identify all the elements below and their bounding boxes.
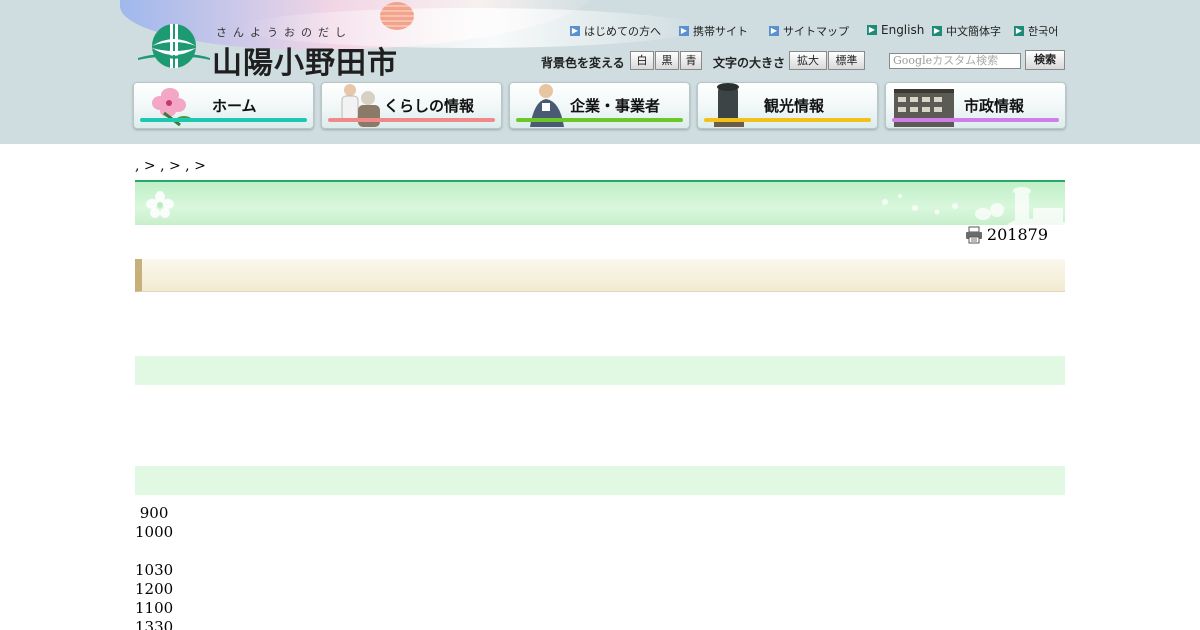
util-link-english[interactable]: ▶ English bbox=[867, 23, 924, 37]
bg-black-button[interactable]: 黒 bbox=[655, 51, 679, 70]
nav-color-bar bbox=[328, 118, 495, 122]
util-link-label: English bbox=[881, 23, 925, 37]
town-silhouette-decoration bbox=[882, 187, 1065, 225]
util-link-label: はじめての方へ bbox=[584, 25, 661, 38]
font-enlarge-button[interactable]: 拡大 bbox=[789, 51, 827, 70]
hours-list: 900 1000 1030 1200 1100 1330 bbox=[135, 504, 173, 630]
hours-item: 1330 bbox=[135, 618, 174, 630]
printer-icon[interactable] bbox=[965, 226, 983, 244]
nav-city-admin[interactable]: 市政情報 bbox=[885, 82, 1066, 129]
search-placeholder: カスタム検索 bbox=[932, 54, 999, 67]
nav-living-info[interactable]: くらしの情報 bbox=[321, 82, 502, 129]
hours-item bbox=[135, 542, 173, 561]
nav-tourism[interactable]: 観光情報 bbox=[697, 82, 878, 129]
nav-home[interactable]: ホーム bbox=[133, 82, 314, 129]
hours-item: 1100 bbox=[135, 599, 174, 617]
nav-label: 企業・事業者 bbox=[570, 97, 661, 115]
bg-color-label: 背景色を変える bbox=[541, 56, 625, 70]
city-emblem-logo[interactable] bbox=[138, 22, 210, 70]
util-link-sitemap[interactable]: ▶ サイトマップ bbox=[769, 23, 849, 39]
section-band bbox=[135, 466, 1065, 495]
sunrise-decoration bbox=[380, 2, 414, 30]
nav-color-bar bbox=[704, 118, 871, 122]
flower-icon bbox=[146, 191, 174, 218]
nav-business[interactable]: 企業・事業者 bbox=[509, 82, 690, 129]
nav-label: くらしの情報 bbox=[384, 97, 475, 115]
section-band bbox=[135, 356, 1065, 385]
hours-item: 1200 bbox=[135, 580, 174, 598]
search-brand: Google bbox=[893, 54, 933, 67]
util-link-mobile[interactable]: ▶ 携帯サイト bbox=[679, 23, 748, 39]
hours-item: 1030 bbox=[135, 561, 174, 579]
arrow-icon: ▶ bbox=[867, 25, 877, 35]
bg-blue-button[interactable]: 青 bbox=[680, 51, 702, 70]
city-name[interactable]: 山陽小野田市 bbox=[212, 38, 398, 82]
search-input[interactable]: Googleカスタム検索 bbox=[889, 53, 1021, 69]
hours-item: 900 bbox=[135, 504, 169, 522]
hours-item: 1000 bbox=[135, 523, 174, 541]
breadcrumb[interactable]: , > , > , > bbox=[135, 158, 206, 174]
nav-color-bar bbox=[516, 118, 683, 122]
print-row: 201879 bbox=[965, 225, 1048, 244]
util-link-label: 한국어 bbox=[1028, 25, 1059, 38]
arrow-icon: ▶ bbox=[1014, 26, 1024, 36]
util-link-first-visit[interactable]: ▶ はじめての方へ bbox=[570, 23, 661, 39]
nav-label: 市政情報 bbox=[964, 97, 1025, 115]
arrow-icon: ▶ bbox=[679, 26, 689, 36]
site-header: さんようおのだし 山陽小野田市 ▶ はじめての方へ ▶ 携帯サイト ▶ サイトマ… bbox=[0, 0, 1200, 144]
font-standard-button[interactable]: 標準 bbox=[828, 51, 865, 70]
util-link-label: 携帯サイト bbox=[693, 25, 748, 38]
arrow-icon: ▶ bbox=[769, 26, 779, 36]
update-date: 201879 bbox=[986, 225, 1048, 244]
nav-label: 観光情報 bbox=[764, 97, 825, 115]
util-link-chinese[interactable]: ▶ 中文簡体字 bbox=[932, 23, 1001, 39]
nav-color-bar bbox=[892, 118, 1059, 122]
nav-label: ホーム bbox=[212, 97, 257, 115]
util-link-korean[interactable]: ▶ 한국어 bbox=[1014, 23, 1058, 39]
nav-color-bar bbox=[140, 118, 307, 122]
search-button[interactable]: 検索 bbox=[1025, 50, 1065, 70]
arrow-icon: ▶ bbox=[570, 26, 580, 36]
util-link-label: 中文簡体字 bbox=[946, 25, 1001, 38]
section-heading bbox=[135, 259, 1065, 292]
util-link-label: サイトマップ bbox=[783, 25, 849, 38]
bg-white-button[interactable]: 白 bbox=[630, 51, 654, 70]
arrow-icon: ▶ bbox=[932, 26, 942, 36]
font-size-label: 文字の大きさ bbox=[713, 56, 786, 70]
page-title-bar bbox=[135, 180, 1065, 225]
